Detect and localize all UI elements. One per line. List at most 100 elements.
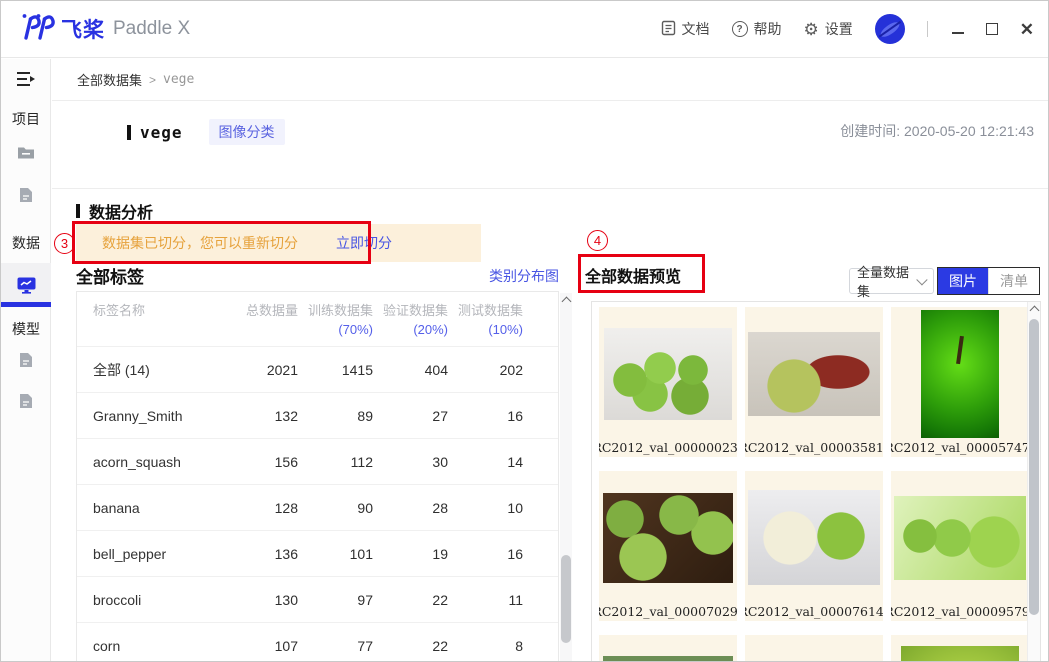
thumbnail-image	[604, 328, 732, 420]
dataset-header: vege 图像分类 创建时间: 2020-05-20 12:21:43	[52, 102, 1048, 189]
image-card[interactable]	[599, 635, 737, 662]
image-filename: ILSVRC2012_val_00007614.JPEG	[745, 604, 883, 621]
paddlex-logo: 飞桨 Paddle X	[19, 13, 190, 45]
settings-label: 设置	[825, 19, 853, 39]
settings-menu-item[interactable]: ⚙ 设置	[804, 19, 853, 39]
thumbnail-wrapper	[599, 635, 737, 662]
collapse-sidebar-button[interactable]	[1, 71, 51, 87]
file-icon	[19, 352, 33, 368]
image-card[interactable]: ILSVRC2012_val_00009579.JPEG	[891, 471, 1029, 621]
active-indicator	[1, 302, 51, 307]
created-time: 创建时间: 2020-05-20 12:21:43	[840, 121, 1034, 141]
image-filename: ILSVRC2012_val_00000023.JPEG	[599, 440, 737, 457]
minimize-icon	[952, 32, 964, 34]
sidebar-section-model: 模型	[1, 319, 51, 339]
image-card[interactable]: ILSVRC2012_val_00000023.JPEG	[599, 307, 737, 457]
minimize-button[interactable]	[952, 24, 964, 34]
labels-table-header: 标签名称 总数据量 训练数据集(70%) 验证数据集(20%) 测试数据集(10…	[77, 292, 558, 347]
category-distribution-link[interactable]: 类别分布图	[76, 266, 559, 286]
thumbnail-wrapper	[745, 471, 883, 604]
image-card[interactable]: ILSVRC2012_val_00007614.JPEG	[745, 471, 883, 621]
preview-scrollbar[interactable]	[1027, 302, 1040, 662]
thumbnail-wrapper	[891, 635, 1029, 662]
image-card[interactable]	[745, 635, 883, 662]
table-row[interactable]: broccoli 130 97 22 11	[77, 577, 558, 623]
sidebar-item-model-doc-2[interactable]	[1, 393, 51, 409]
split-now-link[interactable]: 立即切分	[336, 233, 392, 253]
data-preview-panel: ILSVRC2012_val_00000023.JPEG ILSVRC2012_…	[591, 301, 1041, 662]
image-card[interactable]: ILSVRC2012_val_00003581.JPEG	[745, 307, 883, 457]
annotation-step-3: 3	[54, 233, 75, 254]
dataset-filter-dropdown[interactable]: 全量数据集	[849, 268, 934, 294]
left-sidebar: 项目 数据 模型	[1, 59, 51, 661]
preview-section-title: 全部数据预览	[585, 263, 681, 287]
thumbnail-wrapper	[599, 471, 737, 604]
image-card[interactable]: ILSVRC2012_val_00005747.JPEG	[891, 307, 1029, 457]
window-controls-divider	[927, 21, 928, 37]
table-row[interactable]: banana 128 90 28 10	[77, 485, 558, 531]
table-header-cell: 标签名称	[93, 301, 222, 339]
dataset-filter-value: 全量数据集	[857, 262, 918, 300]
preview-scroll-thumb[interactable]	[1029, 319, 1039, 615]
table-row[interactable]: bell_pepper 136 101 19 16	[77, 531, 558, 577]
collapse-icon	[17, 71, 36, 87]
thumbnail-image	[748, 332, 880, 416]
thumbnail-image	[894, 496, 1026, 580]
user-avatar[interactable]	[875, 14, 905, 44]
scroll-up-icon[interactable]	[1028, 302, 1040, 316]
file-icon	[19, 393, 33, 409]
close-button[interactable]: ✕	[1020, 21, 1034, 38]
table-scroll-thumb[interactable]	[561, 555, 571, 643]
thumbnail-image	[901, 646, 1019, 662]
thumbnail-wrapper	[891, 307, 1029, 440]
thumbnail-image	[921, 310, 999, 438]
close-icon: ✕	[1020, 21, 1034, 38]
image-card[interactable]: ILSVRC2012_val_00007029.JPEG	[599, 471, 737, 621]
thumbnail-wrapper	[745, 635, 883, 662]
dataset-type-badge: 图像分类	[209, 119, 285, 145]
sidebar-item-dataset-active[interactable]	[1, 263, 51, 307]
table-header-cell: 训练数据集(70%)	[298, 301, 373, 339]
thumbnail-wrapper	[745, 307, 883, 440]
gear-icon: ⚙	[804, 21, 819, 38]
table-row[interactable]: corn 107 77 22 8	[77, 623, 558, 662]
paddle-logo-icon	[19, 13, 55, 45]
table-row[interactable]: acorn_squash 156 112 30 14	[77, 439, 558, 485]
sidebar-section-data: 数据	[1, 233, 51, 253]
sidebar-item-model-doc-1[interactable]	[1, 352, 51, 368]
table-row[interactable]: Granny_Smith 132 89 27 16	[77, 393, 558, 439]
analysis-section-title: 数据分析	[76, 199, 153, 223]
document-icon	[661, 20, 676, 39]
labels-table: 标签名称 总数据量 训练数据集(70%) 验证数据集(20%) 测试数据集(10…	[76, 291, 559, 662]
help-menu-item[interactable]: ? 帮助	[732, 19, 782, 39]
split-banner: 数据集已切分，您可以重新切分 立即切分	[76, 224, 481, 262]
scroll-up-icon[interactable]	[560, 293, 572, 307]
breadcrumb-current: vege	[163, 72, 194, 87]
table-scrollbar[interactable]	[560, 293, 572, 662]
thumbnail-image	[603, 656, 733, 662]
image-filename: ILSVRC2012_val_00005747.JPEG	[891, 440, 1029, 457]
breadcrumb: 全部数据集 > vege	[52, 59, 1048, 101]
sidebar-item-project-doc[interactable]	[1, 187, 51, 203]
split-banner-message: 数据集已切分，您可以重新切分	[102, 233, 298, 253]
sidebar-section-project: 项目	[1, 109, 51, 129]
section-marker	[76, 204, 80, 218]
folder-icon	[17, 146, 35, 160]
thumbnail-wrapper	[599, 307, 737, 440]
breadcrumb-separator: >	[149, 73, 156, 87]
brand-name-cn: 飞桨	[61, 14, 105, 44]
paddlex-window: 飞桨 Paddle X 文档 ? 帮助 ⚙ 设置 ✕	[0, 0, 1049, 662]
table-row[interactable]: 全部 (14) 2021 1415 404 202	[77, 347, 558, 393]
top-bar: 飞桨 Paddle X 文档 ? 帮助 ⚙ 设置 ✕	[1, 1, 1048, 58]
help-label: 帮助	[754, 19, 782, 39]
sidebar-item-project-list[interactable]	[1, 146, 51, 160]
brand-name-en: Paddle X	[113, 18, 190, 40]
maximize-button[interactable]	[986, 23, 998, 35]
view-image-button[interactable]: 图片	[938, 268, 988, 294]
view-list-button[interactable]: 清单	[988, 268, 1039, 294]
dataset-name: vege	[140, 123, 183, 142]
docs-menu-item[interactable]: 文档	[661, 19, 710, 39]
thumbnail-image	[603, 493, 733, 583]
image-card[interactable]	[891, 635, 1029, 662]
breadcrumb-all-datasets[interactable]: 全部数据集	[77, 70, 142, 89]
